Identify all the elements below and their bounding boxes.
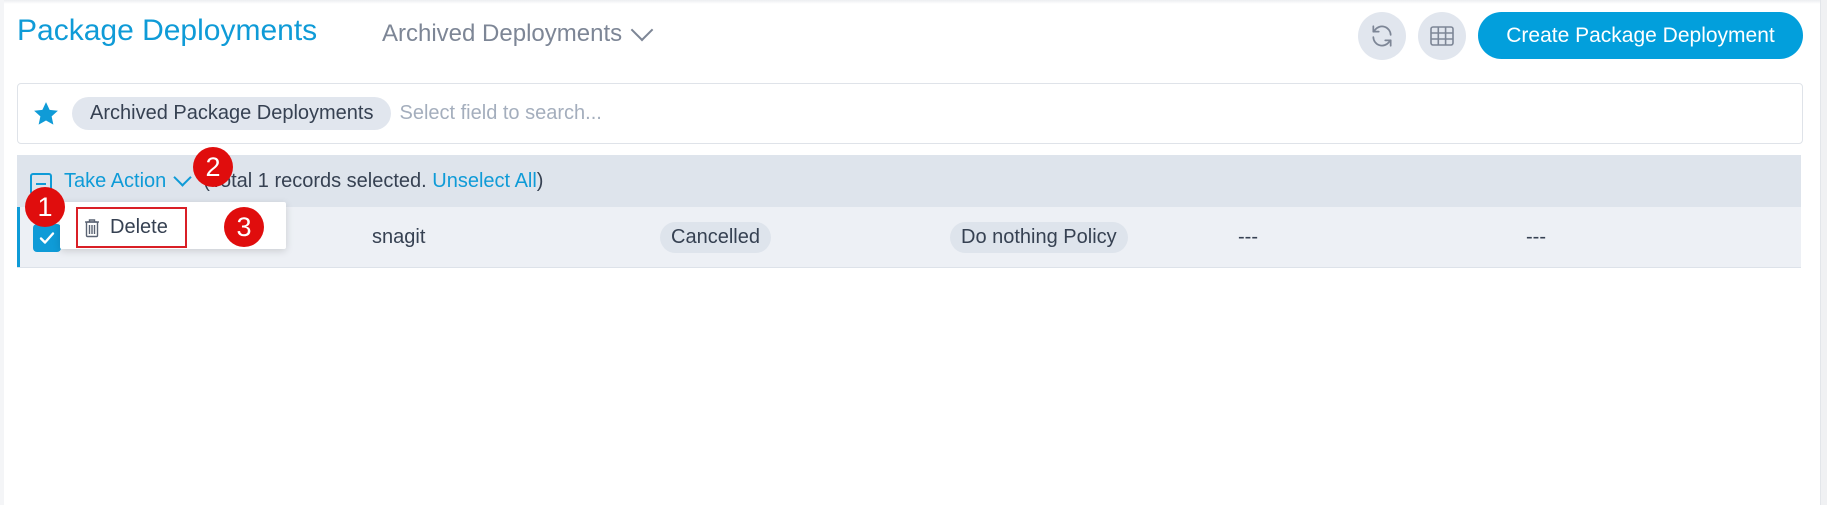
row-selected-indicator (17, 207, 20, 267)
take-action-label: Take Action (64, 169, 167, 192)
page-left-edge (0, 0, 4, 505)
row-checkbox[interactable] (33, 224, 61, 252)
unselect-all-link[interactable]: Unselect All (432, 170, 537, 192)
selection-summary: (Total 1 records selected. Unselect All) (203, 170, 543, 193)
menu-item-delete[interactable]: Delete (76, 207, 187, 248)
cell-col6: --- (1526, 225, 1546, 248)
page-scrollbar[interactable] (1820, 0, 1827, 505)
checkmark-icon (39, 232, 55, 244)
star-icon[interactable] (31, 99, 61, 129)
chevron-down-icon (630, 18, 654, 42)
bulk-action-bar: Take Action (Total 1 records selected. U… (17, 155, 1801, 207)
page-title: Package Deployments (17, 14, 318, 47)
top-shadow (0, 0, 1827, 4)
create-package-deployment-button[interactable]: Create Package Deployment (1478, 12, 1803, 59)
search-input[interactable] (397, 101, 1102, 126)
policy-badge: Do nothing Policy (950, 221, 1128, 253)
filter-chip[interactable]: Archived Package Deployments (72, 97, 392, 130)
annotation-badge-3: 3 (224, 207, 264, 247)
cell-name[interactable]: snagit (372, 207, 425, 267)
annotation-badge-2: 2 (193, 147, 233, 187)
selection-count-text: (Total 1 records selected. (203, 169, 433, 192)
cell-policy: Do nothing Policy (950, 207, 1128, 267)
view-selector-label: Archived Deployments (382, 20, 623, 47)
annotation-badge-1: 1 (25, 187, 65, 227)
column-settings-button[interactable] (1418, 12, 1466, 60)
selection-suffix: ) (536, 169, 544, 192)
cell-status: Cancelled (660, 207, 771, 267)
trash-icon (85, 218, 99, 237)
menu-item-delete-label: Delete (110, 216, 168, 238)
refresh-button[interactable] (1358, 12, 1406, 60)
refresh-icon (1372, 25, 1392, 47)
status-badge: Cancelled (660, 221, 771, 253)
search-bar: Archived Package Deployments (17, 83, 1803, 144)
chevron-down-icon (173, 167, 192, 187)
cell-col5: --- (1238, 225, 1258, 248)
take-action-dropdown[interactable]: Take Action (64, 167, 192, 193)
view-selector-dropdown[interactable]: Archived Deployments (382, 18, 654, 48)
table-grid-icon (1430, 26, 1454, 46)
